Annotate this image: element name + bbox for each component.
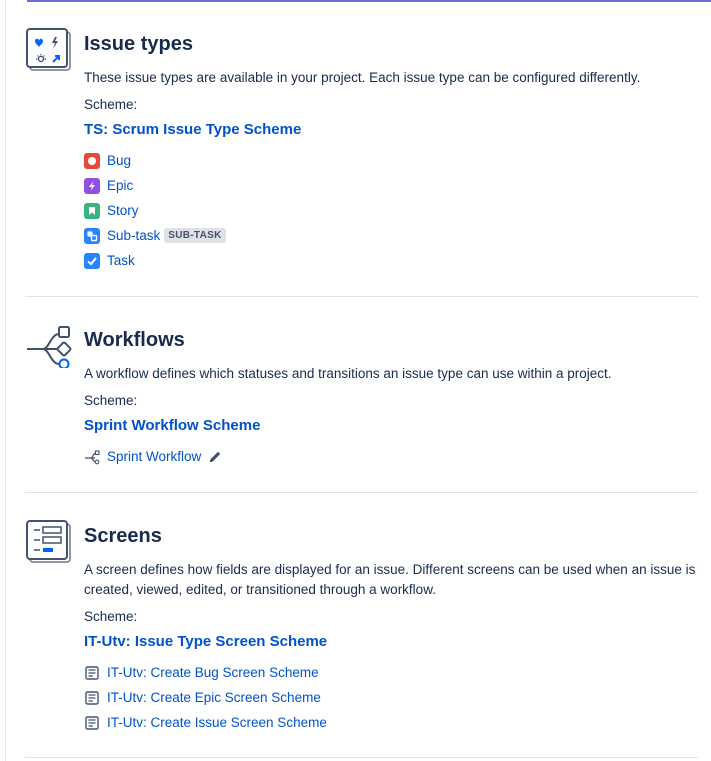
workflow-item[interactable]: Sprint Workflow [84, 444, 699, 469]
issue-type-scheme-link[interactable]: TS: Scrum Issue Type Scheme [84, 120, 699, 140]
issue-type-subtask[interactable]: Sub-task SUB-TASK [84, 223, 699, 248]
task-icon [84, 252, 100, 269]
screen-scheme-icon [84, 715, 100, 731]
issue-type-bug[interactable]: Bug [84, 148, 699, 173]
subtask-badge: SUB-TASK [164, 228, 226, 243]
screen-scheme-label[interactable]: IT-Utv: Create Bug Screen Scheme [107, 665, 319, 680]
edit-pencil-icon[interactable] [207, 449, 223, 465]
story-icon [84, 202, 100, 219]
issue-type-label[interactable]: Epic [107, 178, 133, 193]
workflows-section: Workflows A workflow defines which statu… [25, 324, 699, 474]
workflow-icon [84, 449, 100, 465]
issue-type-label[interactable]: Task [107, 253, 135, 268]
section-title: Workflows [84, 329, 185, 351]
section-title: Issue types [84, 33, 193, 55]
scheme-label: Scheme: [84, 97, 138, 112]
screen-scheme-list: IT-Utv: Create Bug Screen Scheme IT-Utv:… [84, 660, 699, 735]
screen-scheme-link[interactable]: IT-Utv: Issue Type Screen Scheme [84, 632, 699, 652]
issue-type-label[interactable]: Sub-task [107, 228, 160, 243]
top-accent-line [27, 0, 711, 2]
screen-scheme-label[interactable]: IT-Utv: Create Issue Screen Scheme [107, 715, 327, 730]
screen-scheme-item[interactable]: IT-Utv: Create Epic Screen Scheme [84, 685, 699, 710]
issue-type-label[interactable]: Bug [107, 153, 131, 168]
section-divider [25, 757, 698, 758]
issue-types-icon [25, 28, 73, 79]
workflow-label[interactable]: Sprint Workflow [107, 449, 201, 464]
workflow-icon [25, 324, 75, 373]
issue-type-label[interactable]: Story [107, 203, 139, 218]
section-divider [25, 492, 698, 493]
screen-scheme-icon [84, 690, 100, 706]
screens-icon [25, 520, 73, 571]
screen-scheme-item[interactable]: IT-Utv: Create Issue Screen Scheme [84, 710, 699, 735]
workflow-scheme-link[interactable]: Sprint Workflow Scheme [84, 416, 699, 436]
scheme-label: Scheme: [84, 393, 138, 408]
section-description: A workflow defines which statuses and tr… [84, 366, 612, 381]
screens-section: Screens A screen defines how fields are … [25, 520, 699, 745]
issue-type-list: Bug Epic Story Sub-task SUB-TASK Task [84, 148, 699, 273]
left-border [5, 0, 6, 761]
subtask-icon [84, 227, 100, 244]
section-description: A screen defines how fields are displaye… [84, 562, 696, 597]
workflow-list: Sprint Workflow [84, 444, 699, 469]
screen-scheme-label[interactable]: IT-Utv: Create Epic Screen Scheme [107, 690, 321, 705]
bug-icon [84, 152, 100, 169]
section-divider [25, 296, 698, 297]
issue-type-story[interactable]: Story [84, 198, 699, 223]
issue-type-task[interactable]: Task [84, 248, 699, 273]
epic-icon [84, 177, 100, 194]
issue-types-section: Issue types These issue types are availa… [25, 28, 699, 278]
issue-type-epic[interactable]: Epic [84, 173, 699, 198]
section-description: These issue types are available in your … [84, 70, 641, 85]
scheme-label: Scheme: [84, 609, 138, 624]
screen-scheme-icon [84, 665, 100, 681]
section-title: Screens [84, 525, 162, 547]
screen-scheme-item[interactable]: IT-Utv: Create Bug Screen Scheme [84, 660, 699, 685]
